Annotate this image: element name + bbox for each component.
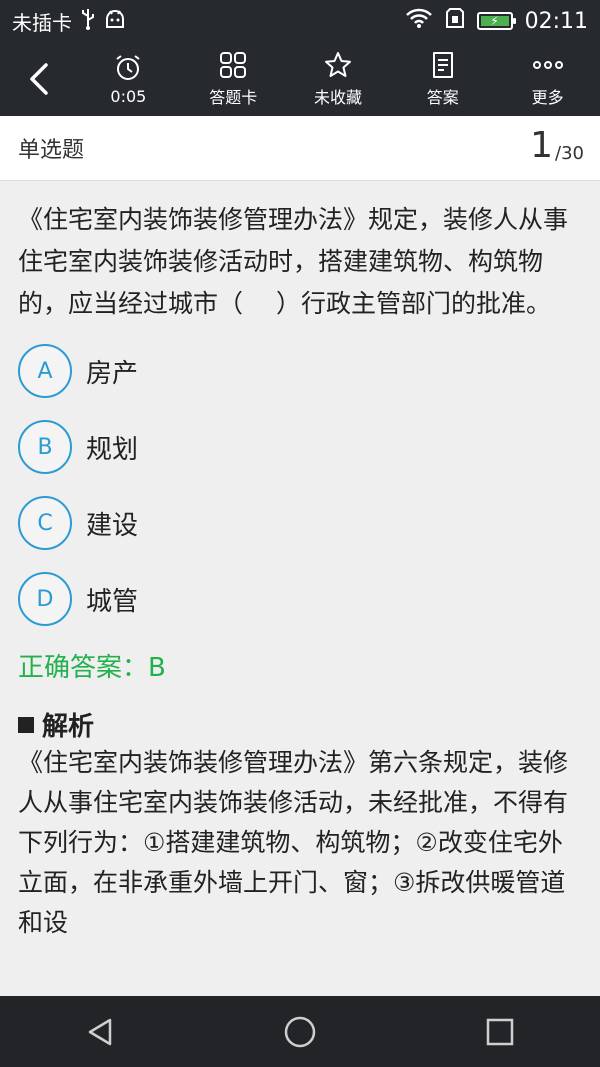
answer-label: 答案	[426, 88, 459, 107]
more-button[interactable]: 更多	[495, 42, 600, 116]
android-debug-icon	[104, 9, 126, 34]
explanation-title: 解析	[42, 712, 95, 742]
question-counter: 1 /30	[530, 128, 584, 164]
square-bullet-icon	[18, 716, 34, 733]
answer-card-button[interactable]: 答题卡	[181, 42, 286, 116]
back-arrow-icon	[30, 63, 48, 95]
alarm-clock-icon	[116, 54, 140, 80]
option-letter-d: D	[18, 572, 72, 626]
option-b[interactable]: B 规划	[18, 419, 582, 475]
question-header: 单选题 1 /30	[0, 116, 600, 181]
option-c[interactable]: C 建设	[18, 495, 582, 551]
timer-button[interactable]: 0:05	[76, 42, 181, 116]
option-a[interactable]: A 房产	[18, 343, 582, 399]
current-question-number: 1	[530, 125, 554, 166]
status-bar: 未插卡 ⚡ 02:11	[0, 0, 600, 42]
timer-label: 0:05	[110, 86, 147, 106]
more-dots-icon	[532, 61, 563, 69]
back-button[interactable]	[0, 42, 76, 116]
triangle-back-icon	[88, 1018, 112, 1045]
option-letter-a: A	[18, 344, 72, 398]
clock: 02:11	[524, 8, 588, 34]
correct-answer: 正确答案：B	[18, 653, 166, 683]
options-list: A 房产 B 规划 C 建设 D 城管	[0, 343, 600, 627]
nav-back-button[interactable]	[40, 996, 160, 1067]
total-questions: /30	[555, 143, 584, 164]
more-label: 更多	[531, 88, 564, 107]
square-recents-icon	[486, 1018, 514, 1045]
option-text-b: 规划	[86, 434, 139, 465]
nav-home-button[interactable]	[240, 996, 360, 1067]
usb-icon	[80, 8, 96, 35]
nav-recents-button[interactable]	[440, 996, 560, 1067]
question-text: 《住宅室内装饰装修管理办法》规定，装修人从事住宅室内装饰装修活动时，搭建建筑物、…	[18, 205, 569, 318]
battery-icon: ⚡	[476, 12, 516, 30]
question-content[interactable]: 《住宅室内装饰装修管理办法》规定，装修人从事住宅室内装饰装修活动时，搭建建筑物、…	[0, 181, 600, 996]
document-icon	[432, 52, 453, 78]
answer-card-label: 答题卡	[209, 88, 258, 107]
favorite-button[interactable]: 未收藏	[286, 42, 391, 116]
explanation-heading: 解析	[18, 706, 582, 743]
option-letter-c: C	[18, 496, 72, 550]
option-text-d: 城管	[86, 586, 139, 617]
system-nav-bar	[0, 996, 600, 1067]
answer-button[interactable]: 答案	[390, 42, 495, 116]
wifi-icon	[405, 7, 433, 35]
circle-home-icon	[284, 1016, 316, 1047]
grid-icon	[220, 52, 247, 78]
option-text-a: 房产	[86, 358, 139, 389]
star-icon	[324, 52, 351, 77]
favorite-label: 未收藏	[313, 88, 362, 107]
sim-icon	[445, 7, 465, 35]
toolbar: 0:05 答题卡 未收藏 答案 更多	[0, 42, 600, 116]
question-type: 单选题	[18, 138, 85, 163]
option-d[interactable]: D 城管	[18, 571, 582, 627]
option-letter-b: B	[18, 420, 72, 474]
carrier-label: 未插卡	[12, 10, 72, 35]
option-text-c: 建设	[86, 510, 139, 541]
explanation-text: 《住宅室内装饰装修管理办法》第六条规定，装修人从事住宅室内装饰装修活动，未经批准…	[18, 748, 569, 937]
